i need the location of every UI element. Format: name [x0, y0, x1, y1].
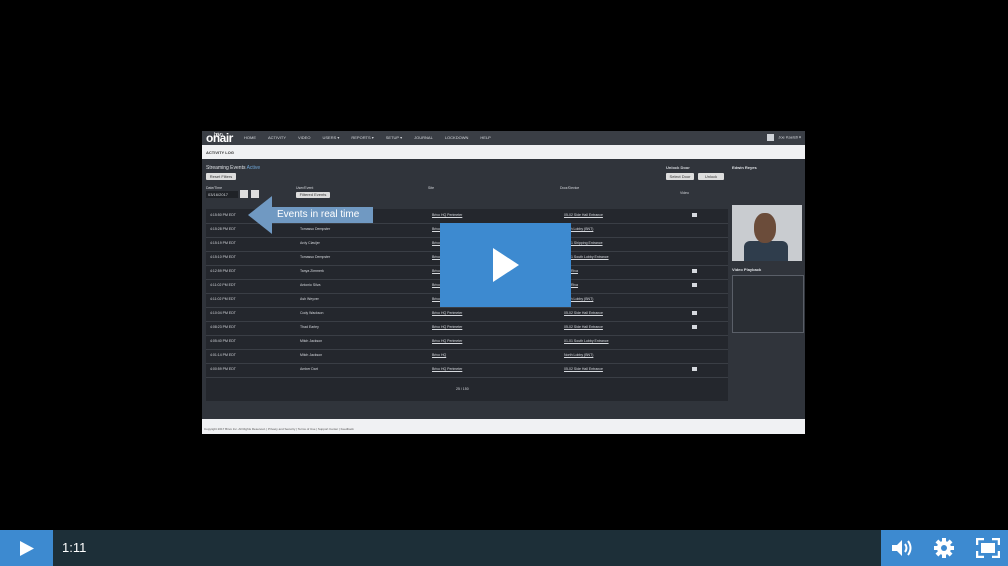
table-cell-time: 4:10:04 PM EDT — [210, 311, 236, 315]
nav-item: SETUP ▾ — [385, 135, 403, 140]
video-camera-icon — [692, 311, 697, 315]
table-cell-time: 4:15:50 PM EDT — [210, 213, 236, 217]
table-cell-site: Brivo HQ Perimeter — [432, 325, 463, 329]
table-cell-door: 01-01 South Lobby Entrance — [564, 339, 609, 343]
table-cell-user: Thad Earley — [300, 325, 319, 329]
video-playback-panel — [732, 275, 804, 333]
gear-icon — [934, 538, 954, 558]
table-cell-time: 4:08:23 PM EDT — [210, 325, 236, 329]
table-cell-time: 4:05:40 PM EDT — [210, 339, 236, 343]
table-cell-site: Brivo HQ Perimeter — [432, 367, 463, 371]
table-cell-user: Antonio Silva — [300, 283, 321, 287]
table-cell-door: 05-02 Side Hall Entrance — [564, 325, 603, 329]
player-right-controls — [881, 530, 1008, 566]
reset-filters-button: Reset Filters — [206, 173, 236, 180]
table-row: 4:08:23 PM EDT Thad Earley Brivo HQ Perime… — [206, 321, 728, 336]
table-cell-user: Tomasso Dempster — [300, 227, 331, 231]
select-door-dropdown: Select Door — [666, 173, 694, 180]
video-camera-icon — [692, 283, 697, 287]
video-camera-icon — [692, 269, 697, 273]
table-cell-door: 05-02 Side Hall Entrance — [564, 367, 603, 371]
person-name: Edwin Reyes — [732, 165, 757, 170]
table-cell-time: 4:15:10 PM EDT — [210, 255, 236, 259]
main-nav: HOME ACTIVITY VIDEO USERS ▾ REPORTS ▾ SE… — [244, 135, 491, 140]
volume-button[interactable] — [881, 530, 923, 566]
table-row: 4:10:04 PM EDT Cody Wackson Brivo HQ Perim… — [206, 307, 728, 322]
table-cell-door: North Lobby (BNT) — [564, 353, 594, 357]
nav-item: JOURNAL — [414, 135, 433, 140]
table-row: 4:01:14 PM EDT Mitch Jackson Brivo HQ North… — [206, 349, 728, 364]
unlock-door-title: Unlock Door — [666, 165, 690, 170]
table-cell-site: Brivo HQ — [432, 353, 447, 357]
page-subtitle-bar: ACTIVITY LOG — [202, 145, 805, 159]
table-cell-time: 4:15:19 PM EDT — [210, 241, 236, 245]
events-realtime-banner: Events in real time — [270, 207, 373, 223]
date-field: 03/16/2017 — [206, 191, 238, 198]
date-label: Date/Time — [206, 186, 223, 190]
video-camera-icon — [692, 325, 697, 329]
play-button[interactable] — [0, 530, 53, 566]
table-cell-time: 4:15:28 PM EDT — [210, 227, 236, 231]
play-icon — [20, 541, 34, 556]
app-top-bar: brivo onair HOME ACTIVITY VIDEO USERS ▾ R… — [202, 131, 805, 145]
nav-item: LOCKDOWN — [444, 135, 469, 140]
table-cell-time: 4:00:59 PM EDT — [210, 367, 236, 371]
table-cell-user: Amber Dart — [300, 367, 318, 371]
player-control-bar: 1:11 — [0, 530, 1008, 566]
volume-icon — [892, 540, 912, 556]
app-footer: Copyright 2017 Brivo Inc. All Rights Res… — [202, 419, 805, 434]
video-camera-icon — [692, 367, 697, 371]
nav-item: ACTIVITY — [268, 135, 287, 140]
current-time: 1:11 — [62, 540, 87, 555]
site-label: Site — [428, 186, 435, 190]
unlock-button: Unlock — [698, 173, 724, 180]
arrow-left-icon — [248, 196, 272, 234]
door-label: Door/Device — [560, 186, 580, 190]
user-event-label: User/Event — [296, 186, 314, 190]
user-menu: Joe Kaelsti ▾ — [767, 134, 801, 141]
brivo-onair-logo: brivo onair — [206, 131, 233, 145]
table-cell-user: Ardy Clavijer — [300, 241, 320, 245]
table-cell-time: 4:11:02 PM EDT — [210, 283, 236, 287]
filtered-events-button: Filtered Events — [296, 192, 330, 198]
prev-date-icon — [240, 190, 248, 198]
table-cell-site: Brivo HQ Perimeter — [432, 213, 463, 217]
person-photo — [732, 205, 802, 261]
table-cell-site: Brivo HQ Perimeter — [432, 339, 463, 343]
table-cell-user: Mitch Jackson — [300, 353, 323, 357]
play-icon — [493, 248, 519, 282]
video-camera-icon — [692, 213, 697, 217]
table-cell-user: Mitch Jackson — [300, 339, 323, 343]
table-cell-door: 05-02 Side Hall Entrance — [564, 213, 603, 217]
nav-item: VIDEO — [298, 135, 311, 140]
pagination: 25 / 150 — [456, 387, 469, 391]
page-title: ACTIVITY LOG — [206, 150, 234, 155]
table-cell-user: Tanya Zimmerk — [300, 269, 324, 273]
big-play-button[interactable] — [440, 223, 571, 307]
table-cell-user: Ash Weyver — [300, 297, 319, 301]
nav-item: HOME — [244, 135, 256, 140]
table-cell-time: 4:11:02 PM EDT — [210, 297, 236, 301]
video-column-label: Video — [680, 191, 689, 195]
fullscreen-button[interactable] — [965, 530, 1007, 566]
nav-item: USERS ▾ — [322, 135, 340, 140]
table-cell-time: 4:12:59 PM EDT — [210, 269, 236, 273]
table-cell-user: Tomasso Dempster — [300, 255, 331, 259]
table-cell-time: 4:01:14 PM EDT — [210, 353, 236, 357]
user-avatar-icon — [767, 134, 775, 141]
nav-item: REPORTS ▾ — [351, 135, 374, 140]
table-cell-user: Cody Wackson — [300, 311, 324, 315]
table-cell-site: Brivo HQ Perimeter — [432, 311, 463, 315]
table-row: 4:00:59 PM EDT Amber Dart Brivo HQ Perimet… — [206, 363, 728, 378]
section-title: Streaming Events Active — [206, 165, 261, 171]
fullscreen-icon — [976, 538, 1000, 558]
table-row: 4:05:40 PM EDT Mitch Jackson Brivo HQ Peri… — [206, 335, 728, 350]
settings-button[interactable] — [923, 530, 965, 566]
nav-item: HELP — [480, 135, 491, 140]
table-cell-door: 05-02 Side Hall Entrance — [564, 311, 603, 315]
video-playback-title: Video Playback — [732, 267, 762, 272]
